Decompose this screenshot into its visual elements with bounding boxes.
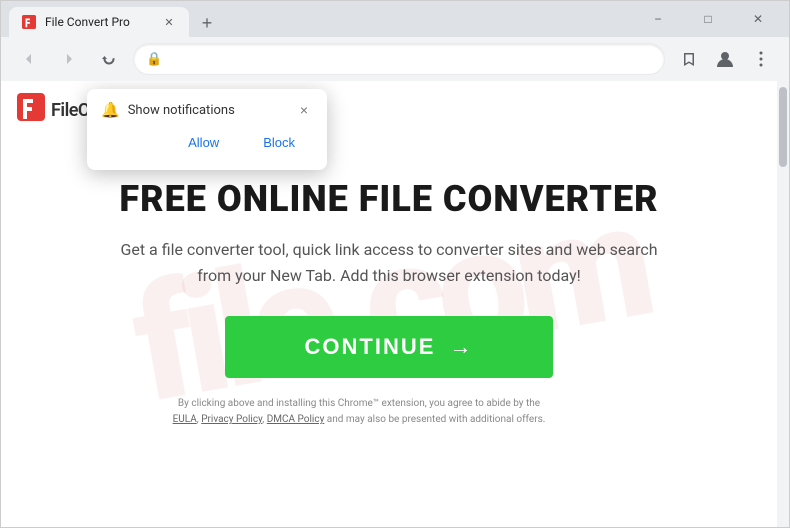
main-title: FREE ONLINE FILE CONVERTER [119, 180, 659, 220]
main-content: FREE ONLINE FILE CONVERTER Get a file co… [99, 160, 679, 449]
tab-title: File Convert Pro [45, 15, 130, 29]
privacy-policy-link[interactable]: Privacy Policy [201, 414, 262, 425]
popup-bell-row: 🔔 Show notifications [101, 101, 235, 119]
new-tab-button[interactable]: + [193, 9, 221, 37]
bookmark-button[interactable] [673, 43, 705, 75]
dmca-policy-link[interactable]: DMCA Policy [267, 414, 325, 425]
menu-button[interactable] [745, 43, 777, 75]
continue-arrow: → [449, 334, 473, 360]
allow-button[interactable]: Allow [170, 129, 237, 156]
navigation-bar: 🔒 [1, 37, 789, 81]
fine-print-text: By clicking above and installing this Ch… [178, 398, 540, 409]
popup-header: 🔔 Show notifications × [101, 101, 313, 119]
main-subtitle: Get a file converter tool, quick link ac… [119, 237, 659, 288]
lock-icon: 🔒 [146, 52, 162, 67]
refresh-button[interactable] [93, 43, 125, 75]
nav-icons-right [673, 43, 777, 75]
window-controls: − □ ✕ [635, 5, 781, 33]
eula-link[interactable]: EULA [173, 414, 197, 425]
address-bar[interactable]: 🔒 [133, 43, 665, 75]
bell-icon: 🔔 [101, 101, 120, 119]
tab-close-button[interactable]: ✕ [161, 14, 177, 30]
title-bar: File Convert Pro ✕ + − □ ✕ [1, 1, 789, 37]
minimize-button[interactable]: − [635, 5, 681, 33]
scrollbar-thumb [779, 87, 787, 167]
scrollbar[interactable] [777, 81, 789, 527]
continue-label: CONTINUE [305, 334, 436, 360]
close-button[interactable]: ✕ [735, 5, 781, 33]
browser-window: File Convert Pro ✕ + − □ ✕ 🔒 [0, 0, 790, 528]
back-button[interactable] [13, 43, 45, 75]
popup-actions: Allow Block [101, 129, 313, 156]
maximize-button[interactable]: □ [685, 5, 731, 33]
popup-title: Show notifications [128, 103, 235, 118]
tab-strip: File Convert Pro ✕ + [9, 1, 631, 37]
fine-print-end: and may also be presented with additiona… [327, 414, 546, 425]
logo-icon [17, 93, 45, 127]
forward-button[interactable] [53, 43, 85, 75]
profile-button[interactable] [709, 43, 741, 75]
popup-close-button[interactable]: × [295, 101, 313, 119]
viewport: 🔔 Show notifications × Allow Block file.… [1, 81, 789, 527]
active-tab[interactable]: File Convert Pro ✕ [9, 7, 189, 37]
continue-button[interactable]: CONTINUE → [225, 316, 554, 378]
fine-print: By clicking above and installing this Ch… [119, 396, 599, 428]
notification-popup: 🔔 Show notifications × Allow Block [87, 89, 327, 170]
block-button[interactable]: Block [245, 129, 313, 156]
tab-favicon [21, 14, 37, 30]
